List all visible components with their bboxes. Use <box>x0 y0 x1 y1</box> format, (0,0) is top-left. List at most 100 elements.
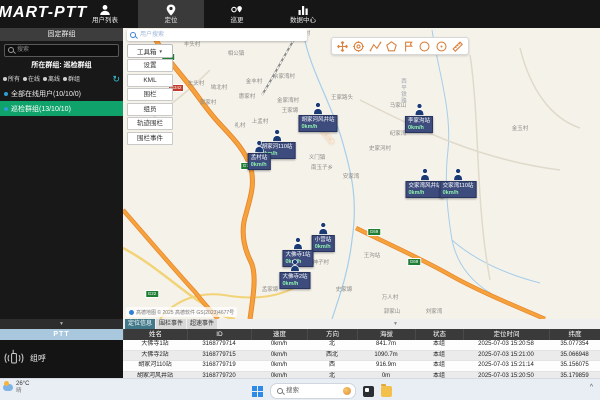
place-label: 金丰村 <box>246 77 263 85</box>
toolbox-item[interactable]: 设置 <box>127 59 173 72</box>
map-attribution: 高德地图 © 2025 高德软件 GS(2023)4677号 <box>126 307 237 317</box>
refresh-icon[interactable]: ↻ <box>112 75 120 83</box>
filter-label: 群组 <box>68 74 80 83</box>
table-row[interactable]: 胡家河110站31687797190km/h西916.9m本组2025-07-0… <box>123 361 600 372</box>
table-cell: 916.9m <box>357 361 415 371</box>
polygon-icon[interactable] <box>385 40 398 53</box>
tab-data-center[interactable]: 数据中心 <box>270 0 336 28</box>
folder-icon[interactable] <box>381 386 392 397</box>
flag-icon[interactable] <box>402 40 415 53</box>
filter-label: 在线 <box>28 74 40 83</box>
panel-tab[interactable]: 定位信息 <box>125 319 155 329</box>
column-header: 状态 <box>415 329 463 340</box>
panel-tabs: 定位信息围栏事件超速事件 <box>123 319 600 329</box>
person-marker-icon <box>293 237 304 250</box>
filter-所有[interactable]: 所有 <box>3 74 20 83</box>
place-label: 王家塬 <box>282 106 299 114</box>
marker-name: 大佛寺1站 <box>285 252 310 259</box>
radio-icon <box>43 77 47 81</box>
road-badge: G69 <box>407 258 421 266</box>
taskbar-search[interactable] <box>270 383 356 399</box>
marker-speed: 0km/h <box>443 190 474 197</box>
compass-icon[interactable] <box>352 40 365 53</box>
place-label: 礼村 <box>234 121 245 129</box>
group-label: 全部在线用户(10/10/0) <box>11 89 81 99</box>
filter-离线[interactable]: 离线 <box>43 74 60 83</box>
measure-icon[interactable] <box>451 40 464 53</box>
sidebar-search[interactable] <box>4 44 119 57</box>
ptt-zone: ▼ PTT 组呼 <box>0 319 123 378</box>
group-list-item[interactable]: 全部在线用户(10/10/0) <box>0 86 123 101</box>
radio-icon <box>23 77 27 81</box>
weather-widget[interactable]: 26°C 晴 <box>3 381 29 394</box>
tray-chevron-icon[interactable]: ^ <box>590 384 593 391</box>
table-cell: 35.066948 <box>549 351 600 361</box>
toolbox-menu: 设置 KML围栏组员轨迹围栏围栏事件 <box>127 59 173 146</box>
marker-speed: 0km/h <box>315 244 332 251</box>
person-marker-icon <box>290 259 301 272</box>
map-canvas[interactable]: 福银高速 西平铁路 丰头村相公镇下孟村车头村坳北村金丰村佘家湾村金家湾村贺家村惠… <box>123 28 600 319</box>
place-label: 王沟站 <box>364 251 381 259</box>
edge-browser-icon[interactable] <box>399 386 410 397</box>
group-call-button[interactable]: 组呼 <box>0 340 123 378</box>
sidebar-search-input[interactable] <box>17 45 115 55</box>
map-marker[interactable]: 交家湾110站0km/h <box>440 168 477 198</box>
map-user-search-input[interactable] <box>140 29 300 41</box>
tab-patrol[interactable]: 巡更 <box>204 0 270 28</box>
table-cell: 3168779714 <box>187 340 251 350</box>
map-marker[interactable]: 胡家河风井站0km/h <box>298 102 337 132</box>
toolbox-item[interactable]: 轨迹围栏 <box>127 117 173 130</box>
weather-label: 晴 <box>16 388 29 394</box>
toolbox-button-label: 工具箱 <box>137 46 157 56</box>
table-row[interactable]: 大佛寺2站31687797150km/h西北1090.7m本组2025-07-0… <box>123 351 600 362</box>
column-header: 纬度 <box>549 329 600 340</box>
toolbox-item[interactable]: 围栏 <box>127 88 173 101</box>
table-cell: 本组 <box>415 351 463 361</box>
nav-tabs: 用户列表定位巡更数据中心 <box>72 0 336 28</box>
place-label: 义门镇 <box>309 153 326 161</box>
map-marker[interactable]: 小营站0km/h <box>312 222 335 252</box>
marker-label: 大佛寺2站0km/h <box>279 272 310 289</box>
marker-name: 小营站 <box>315 237 332 244</box>
store-app-icon[interactable] <box>417 386 428 397</box>
column-header: 速度 <box>251 329 307 340</box>
taskbar-search-input[interactable] <box>286 384 334 397</box>
polyline-icon[interactable] <box>369 40 382 53</box>
target-icon[interactable] <box>435 40 448 53</box>
ptt-app-icon[interactable] <box>453 386 464 397</box>
panel-tab[interactable]: 超速事件 <box>187 319 217 329</box>
table-cell: 本组 <box>415 361 463 371</box>
map-marker[interactable]: 李家沟站0km/h <box>405 103 433 133</box>
start-button[interactable] <box>252 386 263 397</box>
toolbox-button[interactable]: 工具箱 ▼ <box>127 44 173 58</box>
table-row[interactable]: 大佛寺1站31687797140km/h北841.7m本组2025-07-03 … <box>123 340 600 351</box>
table-cell: 大佛寺1站 <box>123 340 187 350</box>
map-marker[interactable]: 孟村站0km/h <box>248 140 271 170</box>
person-marker-icon <box>317 222 328 235</box>
group-list-item[interactable]: 巡检群组(13/10/10) <box>0 101 123 116</box>
filter-在线[interactable]: 在线 <box>23 74 40 83</box>
table-cell: 35.156075 <box>549 361 600 371</box>
sidebar-collapse-button[interactable]: ▼ <box>0 319 123 329</box>
ptt-button[interactable]: PTT <box>0 329 123 340</box>
filter-群组[interactable]: 群组 <box>63 74 80 83</box>
panel-collapse-button[interactable]: ▼ <box>393 319 398 329</box>
toolbox-item[interactable]: 围栏事件 <box>127 132 173 145</box>
task-view-icon[interactable] <box>363 386 374 397</box>
table-cell: 2025-07-03 15:20:58 <box>463 340 549 350</box>
tab-user-list[interactable]: 用户列表 <box>72 0 138 28</box>
tab-location[interactable]: 定位 <box>138 0 204 28</box>
filter-label: 离线 <box>48 74 60 83</box>
pan-move-icon[interactable] <box>336 40 349 53</box>
circle-icon[interactable] <box>418 40 431 53</box>
place-label: 刘家湾 <box>426 307 443 315</box>
marker-name: 交家湾风井站 <box>408 183 441 190</box>
map-marker[interactable]: 大佛寺2站0km/h <box>279 259 310 289</box>
toolbox-item[interactable]: 组员 <box>127 103 173 116</box>
search-icon <box>277 388 283 394</box>
place-label: 金玉村 <box>512 124 529 132</box>
panel-tab[interactable]: 围栏事件 <box>156 319 186 329</box>
map-user-search[interactable] <box>127 29 307 41</box>
toolbox-item[interactable]: KML <box>127 74 173 87</box>
media-app-icon[interactable] <box>435 386 446 397</box>
